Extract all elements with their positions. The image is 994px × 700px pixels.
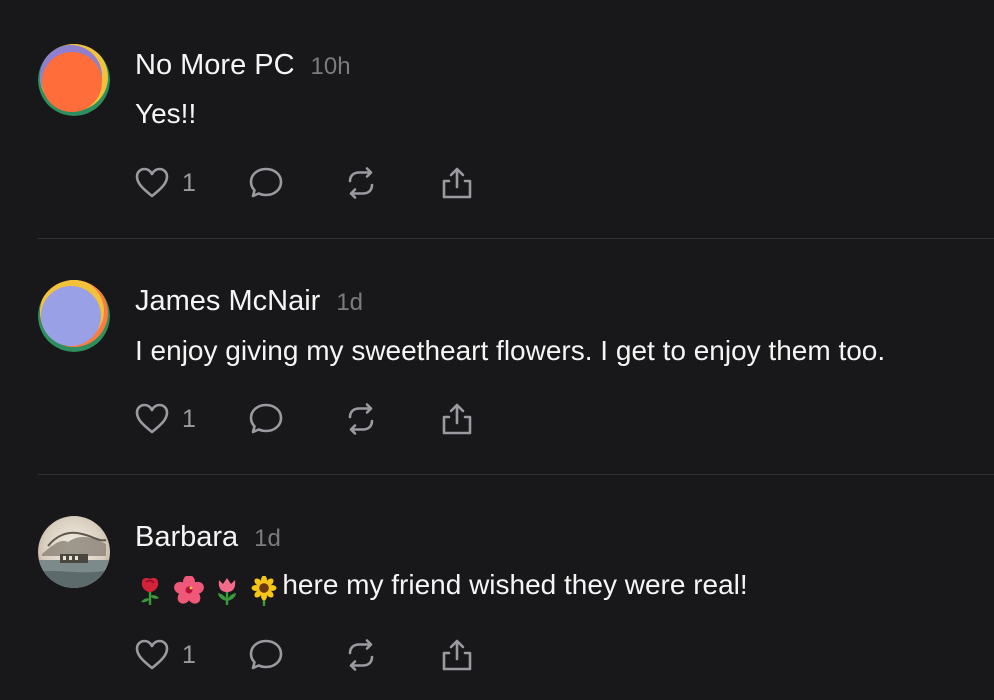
heart-icon: [134, 401, 170, 437]
post-header: Barbara 1d: [135, 521, 281, 554]
hibiscus-icon: [173, 575, 204, 604]
sunflower-icon: [251, 575, 277, 606]
author-name[interactable]: No More PC: [135, 49, 295, 81]
repost-arrows-icon: [343, 401, 379, 437]
flower-emojis: [135, 573, 280, 606]
like-count: 1: [182, 640, 196, 669]
post-time[interactable]: 1d: [254, 525, 281, 552]
share-button[interactable]: [439, 635, 475, 675]
like-button[interactable]: 1: [134, 163, 196, 203]
author-name[interactable]: Barbara: [135, 521, 238, 553]
share-upload-icon: [439, 637, 475, 673]
reply-button[interactable]: [247, 399, 285, 439]
share-button[interactable]: [439, 163, 475, 203]
post-text: Yes!!: [135, 98, 197, 129]
post-time[interactable]: 10h: [311, 53, 351, 80]
share-upload-icon: [439, 165, 475, 201]
post-item[interactable]: Barbara 1d here my friend wished they we…: [0, 472, 994, 700]
replies-feed: No More PC 10h Yes!! 1 James McNair 1d I…: [0, 0, 994, 700]
heart-icon: [134, 165, 170, 201]
author-name[interactable]: James McNair: [135, 285, 320, 317]
comment-bubble-icon: [247, 636, 285, 674]
share-button[interactable]: [439, 399, 475, 439]
like-button[interactable]: 1: [134, 635, 196, 675]
post-item[interactable]: No More PC 10h Yes!! 1: [0, 0, 994, 239]
post-text: I enjoy giving my sweetheart flowers. I …: [135, 335, 886, 366]
reply-button[interactable]: [247, 635, 285, 675]
post-time[interactable]: 1d: [336, 289, 363, 316]
post-header: James McNair 1d: [135, 285, 363, 318]
avatar[interactable]: [38, 516, 110, 588]
post-header: No More PC 10h: [135, 49, 351, 82]
repost-arrows-icon: [343, 637, 379, 673]
post-item[interactable]: James McNair 1d I enjoy giving my sweethe…: [0, 236, 994, 475]
avatar[interactable]: [38, 280, 110, 352]
comment-bubble-icon: [247, 400, 285, 438]
repost-button[interactable]: [343, 163, 379, 203]
share-upload-icon: [439, 401, 475, 437]
like-count: 1: [182, 404, 196, 433]
reply-button[interactable]: [247, 163, 285, 203]
heart-icon: [134, 637, 170, 673]
comment-bubble-icon: [247, 164, 285, 202]
like-count: 1: [182, 168, 196, 197]
repost-arrows-icon: [343, 165, 379, 201]
rose-icon: [141, 577, 159, 605]
avatar[interactable]: [38, 44, 110, 116]
repost-button[interactable]: [343, 635, 379, 675]
tulip-icon: [217, 577, 236, 605]
repost-button[interactable]: [343, 399, 379, 439]
like-button[interactable]: 1: [134, 399, 196, 439]
post-text: here my friend wished they were real!: [135, 569, 748, 606]
post-text-body: here my friend wished they were real!: [282, 569, 748, 600]
